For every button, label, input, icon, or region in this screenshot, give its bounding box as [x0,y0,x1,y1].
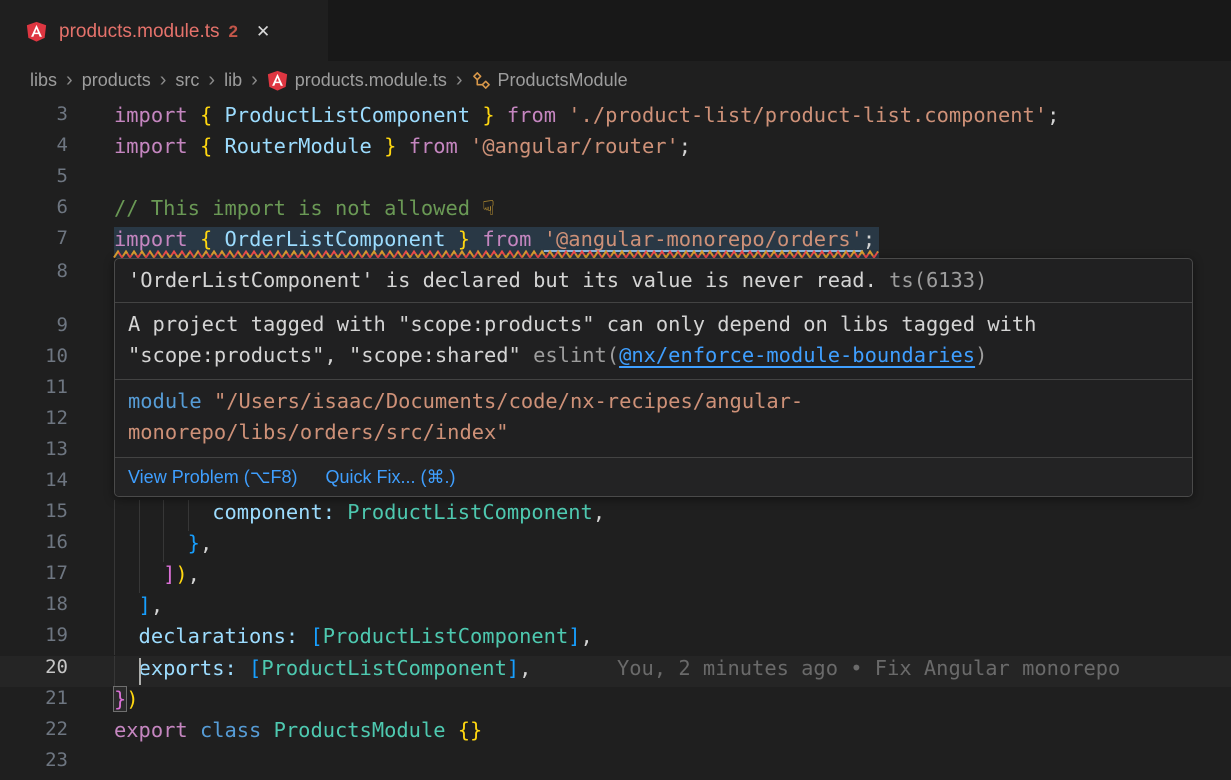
breadcrumb-label: products [82,70,151,91]
breadcrumb-item-src[interactable]: src [175,70,199,91]
line-number[interactable]: 18 [0,593,68,624]
git-blame-annotation: You, 2 minutes ago • Fix Angular monorep… [617,656,1120,680]
indent-guide [114,656,115,687]
line-number[interactable]: 3 [0,103,68,134]
breadcrumb-item-products[interactable]: products [82,70,151,91]
code-line[interactable]: declarations: [ProductListComponent], [114,624,1231,655]
line-number[interactable]: 8 [0,260,68,291]
vscode-window: 3 import { ProductListComponent } from '.… [0,0,1231,780]
tab-title: products.module.ts [59,21,220,43]
breadcrumb-label: ProductsModule [498,70,628,91]
code-line[interactable]: }, [114,531,1231,562]
breadcrumb-label: src [175,70,199,91]
hover-actions: View Problem (⌥F8) Quick Fix... (⌘.) [115,458,1192,496]
breadcrumb-item-lib[interactable]: lib [224,70,242,91]
indent-guide [114,593,115,624]
breadcrumb-label: lib [224,70,242,91]
line-number[interactable]: 5 [0,165,68,196]
line-number[interactable]: 6 [0,196,68,227]
breadcrumb: libs › products › src › lib › products.module.ts… [0,61,1231,100]
angular-icon [267,70,288,91]
code-line[interactable]: }) [114,687,1231,718]
line-number[interactable]: 9 [0,314,68,345]
chevron-right-icon: › [208,70,215,90]
indent-guide [114,624,115,655]
angular-icon [26,21,47,42]
indent-guide [188,500,189,531]
indent-guide [163,531,164,562]
rule-link[interactable]: @nx/enforce-module-boundaries [619,343,975,367]
code-line[interactable] [114,165,1231,196]
chevron-right-icon: › [160,70,167,90]
breadcrumb-item-products-module-ts[interactable]: products.module.ts [267,70,447,91]
indent-guide [163,500,164,531]
line-number[interactable]: 11 [0,376,68,407]
chevron-right-icon: › [456,70,463,90]
breadcrumb-label: products.module.ts [295,70,447,91]
chevron-right-icon: › [251,70,258,90]
angular-icon-slot [26,21,47,42]
pointing-down-icon: ☟ [482,196,494,220]
line-number[interactable]: 23 [0,749,68,780]
line-number[interactable]: 14 [0,469,68,500]
line-number[interactable]: 4 [0,134,68,165]
hover-section-module-info: module "/Users/isaac/Documents/code/nx-r… [115,380,1192,458]
line-number[interactable]: 17 [0,562,68,593]
line-number[interactable]: 22 [0,718,68,749]
line-number[interactable]: 20 [0,656,68,687]
line-number[interactable]: 13 [0,438,68,469]
chevron-right-icon: › [66,70,73,90]
tab-products-module[interactable]: products.module.ts 2 ✕ [0,0,328,61]
breadcrumb-label: libs [30,70,57,91]
breadcrumb-item-libs[interactable]: libs [30,70,57,91]
code-line[interactable]: import { ProductListComponent } from './… [114,103,1231,134]
line-number[interactable]: 19 [0,624,68,655]
hover-popup: 'OrderListComponent' is declared but its… [114,258,1193,497]
indent-guide [114,562,115,593]
tab-problems-badge: 2 [229,22,238,42]
close-icon[interactable]: ✕ [256,22,270,42]
breadcrumb-item-productsmodule[interactable]: ProductsModule [472,70,628,91]
indent-guide [114,531,115,562]
line-number[interactable]: 10 [0,345,68,376]
text-cursor [139,658,141,685]
code-line[interactable]: ], [114,593,1231,624]
indent-guide [139,500,140,531]
code-line[interactable]: exports: [ProductListComponent],You, 2 m… [114,656,1231,687]
class-icon [472,71,491,90]
hover-action-quick-fix[interactable]: Quick Fix... (⌘.) [325,467,455,488]
line-number[interactable]: 16 [0,531,68,562]
indent-guide [139,531,140,562]
hover-section-eslint-diagnostic: A project tagged with "scope:products" c… [115,303,1192,380]
hover-action-view-problem[interactable]: View Problem (⌥F8) [128,467,297,488]
hover-section-ts-diagnostic: 'OrderListComponent' is declared but its… [115,259,1192,303]
code-line[interactable]: component: ProductListComponent, [114,500,1231,531]
indent-guide [114,500,115,531]
tab-bar: products.module.ts 2 ✕ [0,0,1231,61]
line-number[interactable]: 15 [0,500,68,531]
line-number[interactable]: 12 [0,407,68,438]
code-line[interactable]: import { RouterModule } from '@angular/r… [114,134,1231,165]
code-line[interactable] [114,749,1231,780]
indent-guide [139,562,140,593]
code-line[interactable]: // This import is not allowed ☟ [114,196,1231,227]
line-number[interactable]: 21 [0,687,68,718]
code-line[interactable]: export class ProductsModule {} [114,718,1231,749]
code-line[interactable]: ]), [114,562,1231,593]
line-number[interactable]: 7 [0,227,68,258]
